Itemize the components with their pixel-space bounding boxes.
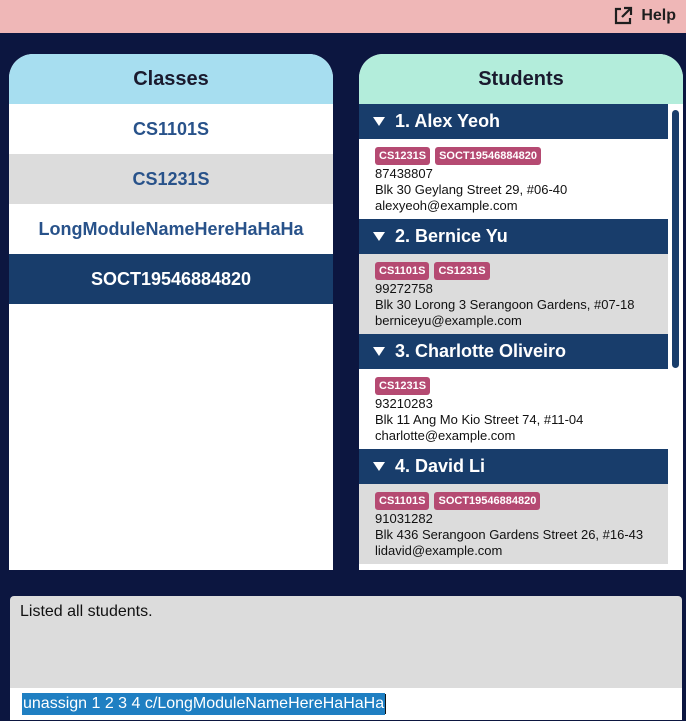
class-item-soct19546884820[interactable]: SOCT19546884820 — [9, 254, 333, 304]
tag: CS1101S — [375, 261, 430, 280]
command-input[interactable]: unassign 1 2 3 4 c/LongModuleNameHereHaH… — [22, 693, 386, 715]
tag: CS1101S — [375, 491, 430, 510]
external-link-icon — [613, 6, 633, 26]
student-details: CS1231S 93210283 Blk 11 Ang Mo Kio Stree… — [359, 369, 668, 449]
student-card: 2. Bernice Yu CS1101S CS1231S 99272758 B… — [359, 219, 668, 334]
student-phone: 91031282 — [375, 511, 433, 526]
tag: CS1231S — [434, 261, 490, 280]
student-list-scrollbar[interactable] — [668, 104, 683, 570]
students-panel: Students 1. Alex Yeoh CS1231S SOCT195468… — [359, 54, 683, 570]
triangle-down-icon[interactable] — [373, 117, 385, 126]
student-card: 1. Alex Yeoh CS1231S SOCT19546884820 874… — [359, 104, 668, 219]
help-label: Help — [641, 7, 676, 24]
tag-list: CS1231S — [375, 375, 668, 396]
triangle-down-icon[interactable] — [373, 232, 385, 241]
student-details: CS1101S CS1231S 99272758 Blk 30 Lorong 3… — [359, 254, 668, 334]
scrollbar-thumb[interactable] — [672, 110, 679, 368]
student-details: CS1101S SOCT19546884820 91031282 Blk 436… — [359, 484, 668, 564]
student-email: alexyeoh@example.com — [375, 198, 518, 213]
student-name: 2. Bernice Yu — [395, 226, 508, 246]
tag-list: CS1101S SOCT19546884820 — [375, 490, 668, 511]
student-card: 4. David Li CS1101S SOCT19546884820 9103… — [359, 449, 668, 564]
tag: SOCT19546884820 — [435, 146, 541, 165]
classes-panel: Classes CS1101S CS1231S LongModuleNameHe… — [9, 54, 333, 570]
tag: CS1231S — [375, 376, 431, 395]
student-card-title[interactable]: 1. Alex Yeoh — [359, 104, 668, 139]
students-header: Students — [359, 54, 683, 104]
student-phone: 99272758 — [375, 281, 433, 296]
student-name: 1. Alex Yeoh — [395, 111, 501, 131]
student-card-title[interactable]: 2. Bernice Yu — [359, 219, 668, 254]
student-card-title[interactable]: 3. Charlotte Oliveiro — [359, 334, 668, 369]
student-details: CS1231S SOCT19546884820 87438807 Blk 30 … — [359, 139, 668, 219]
student-phone: 87438807 — [375, 166, 433, 181]
student-name: 3. Charlotte Oliveiro — [395, 341, 567, 361]
student-address: Blk 30 Geylang Street 29, #06-40 — [375, 182, 568, 197]
result-text: Listed all students. — [20, 603, 153, 620]
triangle-down-icon[interactable] — [373, 462, 385, 471]
class-item-longmodulename[interactable]: LongModuleNameHereHaHaHa — [9, 204, 333, 254]
classes-header: Classes — [9, 54, 333, 104]
class-item-cs1231s[interactable]: CS1231S — [9, 154, 333, 204]
student-phone: 93210283 — [375, 396, 433, 411]
student-email: berniceyu@example.com — [375, 313, 522, 328]
tag: SOCT19546884820 — [434, 491, 541, 510]
help-button[interactable]: Help — [613, 4, 676, 28]
tag-list: CS1231S SOCT19546884820 — [375, 145, 668, 166]
student-card-title[interactable]: 4. David Li — [359, 449, 668, 484]
student-email: charlotte@example.com — [375, 428, 516, 443]
tag: CS1231S — [375, 146, 431, 165]
result-display: Listed all students. — [10, 596, 682, 688]
student-list: 1. Alex Yeoh CS1231S SOCT19546884820 874… — [359, 104, 668, 570]
text-caret — [385, 694, 387, 714]
class-item-cs1101s[interactable]: CS1101S — [9, 104, 333, 154]
student-name: 4. David Li — [395, 456, 486, 476]
student-address: Blk 436 Serangoon Gardens Street 26, #16… — [375, 527, 644, 542]
student-address: Blk 30 Lorong 3 Serangoon Gardens, #07-1… — [375, 297, 635, 312]
command-box[interactable]: unassign 1 2 3 4 c/LongModuleNameHereHaH… — [10, 688, 682, 720]
student-address: Blk 11 Ang Mo Kio Street 74, #11-04 — [375, 412, 584, 427]
student-email: lidavid@example.com — [375, 543, 503, 558]
student-card: 3. Charlotte Oliveiro CS1231S 93210283 B… — [359, 334, 668, 449]
menu-bar: Help — [0, 0, 686, 33]
triangle-down-icon[interactable] — [373, 347, 385, 356]
tag-list: CS1101S CS1231S — [375, 260, 668, 281]
